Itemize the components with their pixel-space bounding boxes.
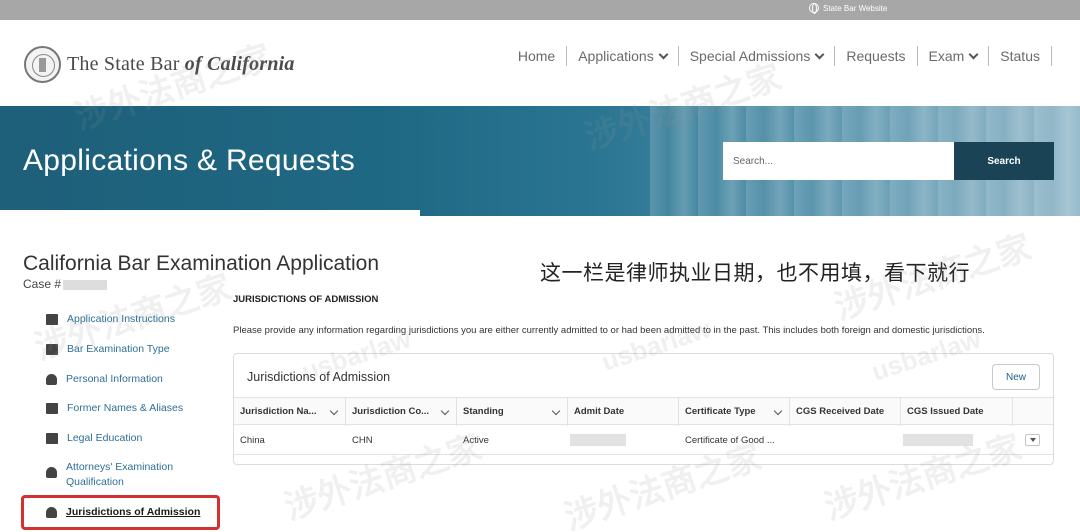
nav-requests[interactable]: Requests	[835, 46, 918, 66]
highlight-box	[21, 495, 220, 530]
sidebar-item-bar-examination-type[interactable]: Bar Examination Type	[46, 342, 211, 357]
cell-cgs-issued-date	[901, 426, 1013, 455]
sidebar-item-former-names[interactable]: Former Names & Aliases	[46, 401, 211, 416]
hero-banner: Applications & Requests Search	[0, 106, 1080, 216]
search-button[interactable]: Search	[954, 142, 1054, 180]
sidebar-item-personal-information[interactable]: Personal Information	[46, 372, 211, 387]
person-icon	[46, 374, 57, 385]
site-header: The State Bar of California Home Applica…	[0, 20, 1080, 106]
state-bar-website-link[interactable]: State Bar Website	[809, 3, 888, 14]
banner-title: Applications & Requests	[23, 144, 356, 177]
cell-jurisdiction-code: CHN	[352, 435, 373, 446]
column-header-standing[interactable]: Standing	[457, 398, 568, 426]
cell-cgs-received-date	[790, 426, 901, 455]
cell-jurisdiction-name: China	[240, 435, 265, 446]
sidebar-item-label: Former Names & Aliases	[67, 402, 184, 414]
form-icon	[46, 344, 58, 355]
chevron-down-icon[interactable]	[329, 406, 339, 416]
chevron-down-icon[interactable]	[551, 406, 561, 416]
redacted-case-number	[63, 279, 108, 290]
column-header-cgs-received-date[interactable]: CGS Received Date	[790, 398, 901, 426]
chevron-down-icon[interactable]	[440, 406, 450, 416]
chevron-down-icon	[658, 49, 669, 59]
table-row: China CHN Active Certificate of Good ...	[234, 426, 1053, 455]
panel-title: Jurisdictions of Admission	[247, 370, 391, 384]
jurisdictions-panel: Jurisdictions of Admission New Jurisdict…	[233, 353, 1054, 465]
chevron-down-icon[interactable]	[773, 406, 783, 416]
sidebar-item-label: Legal Education	[67, 432, 143, 444]
cell-admit-date	[568, 426, 679, 455]
sidebar-item-label: Application Instructions	[67, 313, 175, 325]
nav-home[interactable]: Home	[507, 46, 568, 66]
seal-logo-icon	[24, 46, 61, 83]
sidebar-item-attorneys-examination[interactable]: Attorneys' Examination Qualification	[46, 460, 186, 490]
sidebar-item-label: Bar Examination Type	[67, 343, 170, 355]
table-header: Jurisdiction Na... Jurisdiction Co... St…	[234, 397, 1053, 426]
sidebar-item-label: Attorneys' Examination Qualification	[66, 461, 174, 488]
cell-standing: Active	[463, 435, 489, 446]
annotation-note: 这一栏是律师执业日期，也不用填，看下就行	[540, 262, 970, 285]
sidebar-item-legal-education[interactable]: Legal Education	[46, 431, 211, 446]
briefcase-icon	[46, 433, 58, 444]
document-icon	[46, 314, 58, 325]
case-number: Case #	[23, 277, 108, 291]
top-utility-bar: State Bar Website	[0, 0, 1080, 20]
column-header-certificate-type[interactable]: Certificate Type	[679, 398, 790, 426]
globe-icon	[809, 3, 819, 14]
section-heading: JURISDICTIONS OF ADMISSION	[233, 294, 379, 305]
search-input[interactable]	[723, 142, 954, 180]
column-header-cgs-issued-date[interactable]: CGS Issued Date	[901, 398, 1013, 426]
sidebar-item-application-instructions[interactable]: Application Instructions	[46, 312, 211, 327]
redacted-admit-date	[570, 434, 626, 447]
state-bar-website-label: State Bar Website	[823, 3, 888, 13]
nav-special-admissions[interactable]: Special Admissions	[679, 46, 836, 66]
redacted-cgs-issued-date	[903, 434, 973, 447]
section-description: Please provide any information regarding…	[233, 325, 985, 336]
column-header-admit-date[interactable]: Admit Date	[568, 398, 679, 426]
chevron-down-icon	[814, 49, 825, 59]
attorney-icon	[46, 467, 57, 478]
column-header-jurisdiction-code[interactable]: Jurisdiction Co...	[346, 398, 457, 426]
cell-certificate-type: Certificate of Good ...	[685, 435, 775, 446]
nav-applications[interactable]: Applications	[567, 46, 679, 66]
nav-exam[interactable]: Exam	[918, 46, 990, 66]
new-button[interactable]: New	[992, 364, 1040, 390]
id-card-icon	[46, 403, 58, 414]
state-bar-logo[interactable]: The State Bar of California	[24, 46, 295, 83]
main-nav: Home Applications Special Admissions Req…	[507, 46, 1052, 66]
column-header-jurisdiction-name[interactable]: Jurisdiction Na...	[234, 398, 346, 426]
logo-text: The State Bar of California	[67, 53, 295, 75]
chevron-down-icon	[968, 49, 979, 59]
page-title: California Bar Examination Application	[23, 252, 380, 275]
sidebar-item-label: Personal Information	[66, 373, 163, 385]
row-actions-dropdown[interactable]	[1025, 434, 1040, 446]
nav-status[interactable]: Status	[989, 46, 1052, 66]
